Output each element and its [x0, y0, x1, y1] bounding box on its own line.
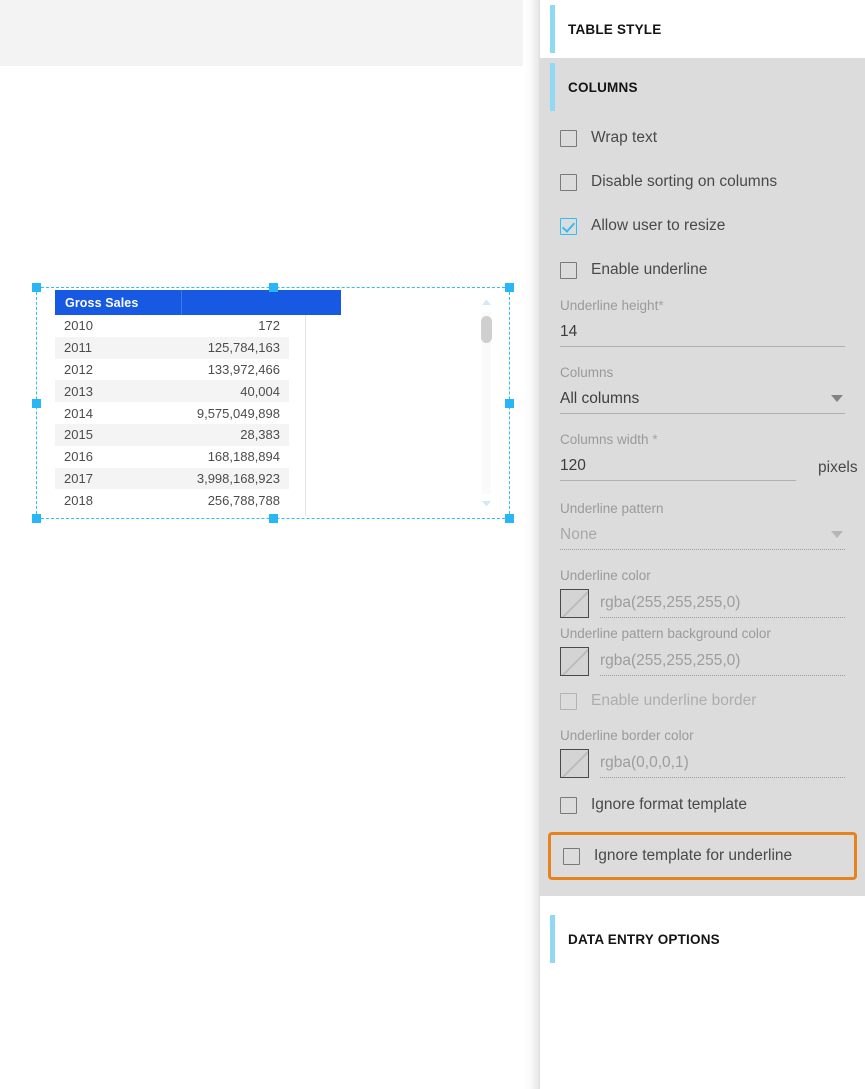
- resize-handle-bottom-right[interactable]: [505, 514, 514, 523]
- columns-section-body: Wrap text Disable sorting on columns All…: [540, 116, 865, 896]
- section-header-table-style[interactable]: TABLE STYLE: [540, 0, 865, 58]
- select-underline-pattern-value: None: [560, 525, 598, 543]
- chevron-down-icon[interactable]: [831, 395, 843, 402]
- checkbox-row-disable-sorting-on-columns[interactable]: Disable sorting on columns: [540, 160, 865, 204]
- checkbox-row-enable-underline-border[interactable]: Enable underline border: [540, 676, 865, 726]
- resize-handle-bottom-left[interactable]: [32, 514, 41, 523]
- checkbox-row-wrap-text[interactable]: Wrap text: [540, 116, 865, 160]
- color-value-underline-pattern-bg-color: rgba(255,255,255,0): [600, 652, 741, 669]
- required-marker: *: [658, 298, 664, 313]
- checkbox-label: Ignore format template: [591, 796, 747, 813]
- section-accent-bar: [550, 5, 555, 53]
- color-value-underline-pattern-bg-color-wrapper[interactable]: rgba(255,255,255,0): [600, 647, 845, 676]
- selection-dashed-border: [36, 287, 510, 519]
- field-underline-pattern: Underline pattern None: [540, 481, 865, 550]
- checkbox-label: Disable sorting on columns: [591, 173, 778, 190]
- canvas-right-edge-shadow: [523, 0, 540, 1089]
- field-label: Underline border color: [560, 728, 694, 743]
- properties-panel[interactable]: TABLE STYLE COLUMNS Wrap text Disable so…: [540, 0, 865, 1089]
- color-value-underline-color-wrapper[interactable]: rgba(255,255,255,0): [600, 589, 845, 618]
- checkbox-row-ignore-template-for-underline[interactable]: Ignore template for underline: [548, 832, 857, 880]
- color-swatch-underline-pattern-bg-color[interactable]: [560, 647, 589, 676]
- checkbox-label: Enable underline border: [591, 692, 757, 709]
- field-label: Underline height*: [560, 296, 845, 317]
- color-row-underline-color: rgba(255,255,255,0): [540, 587, 865, 618]
- section-accent-bar: [550, 63, 555, 111]
- field-underline-border-color: Underline border color: [540, 726, 865, 747]
- checkbox-unchecked-icon[interactable]: [560, 692, 577, 710]
- resize-handle-middle-left[interactable]: [32, 399, 41, 408]
- field-label-text: Underline height: [560, 298, 659, 313]
- resize-handle-bottom-middle[interactable]: [269, 514, 278, 523]
- design-canvas[interactable]: Gross Sales 2010 172 2011 125,784,163 2012…: [0, 0, 540, 1089]
- canvas-toolbar-strip: [0, 0, 523, 66]
- color-row-underline-pattern-bg-color: rgba(255,255,255,0): [540, 645, 865, 676]
- field-columns-select: Columns All columns: [540, 347, 865, 414]
- field-underline-pattern-bg-color: Underline pattern background color: [540, 618, 865, 645]
- field-columns-width: Columns width * pixels: [540, 414, 865, 481]
- select-underline-pattern-wrapper[interactable]: None: [560, 520, 845, 550]
- section-title: DATA ENTRY OPTIONS: [568, 931, 720, 947]
- select-columns-wrapper[interactable]: All columns: [560, 384, 845, 414]
- section-title: TABLE STYLE: [568, 21, 662, 37]
- checkbox-unchecked-icon[interactable]: [560, 796, 577, 814]
- input-underline-height[interactable]: [560, 322, 845, 341]
- checkbox-unchecked-icon[interactable]: [560, 173, 577, 191]
- checkbox-row-enable-underline[interactable]: Enable underline: [540, 248, 865, 292]
- input-columns-width-wrapper[interactable]: [560, 451, 796, 481]
- checkbox-label: Ignore template for underline: [594, 847, 793, 864]
- color-value-underline-border-color-wrapper[interactable]: rgba(0,0,0,1): [600, 749, 845, 778]
- section-header-data-entry-options[interactable]: DATA ENTRY OPTIONS: [540, 910, 865, 968]
- section-divider-gap: [540, 896, 865, 910]
- resize-handle-middle-right[interactable]: [505, 399, 514, 408]
- field-label: Columns width *: [560, 430, 845, 451]
- columns-width-row: pixels: [560, 451, 858, 481]
- color-swatch-underline-border-color[interactable]: [560, 749, 589, 778]
- input-underline-height-wrapper[interactable]: [560, 317, 845, 347]
- checkbox-label: Allow user to resize: [591, 217, 726, 234]
- checkbox-label: Enable underline: [591, 261, 708, 278]
- unit-label-pixels: pixels: [818, 459, 858, 476]
- section-header-columns[interactable]: COLUMNS: [540, 58, 865, 116]
- checkbox-checked-icon[interactable]: [560, 217, 577, 235]
- select-columns-value: All columns: [560, 389, 640, 407]
- field-label: Columns: [560, 365, 614, 380]
- checkbox-row-ignore-format-template[interactable]: Ignore format template: [540, 778, 865, 832]
- required-marker: *: [652, 432, 658, 447]
- color-swatch-underline-color[interactable]: [560, 589, 589, 618]
- field-underline-color: Underline color: [540, 550, 865, 587]
- field-label: Underline color: [560, 568, 651, 583]
- color-row-underline-border-color: rgba(0,0,0,1): [540, 747, 865, 778]
- field-label: Underline pattern: [560, 501, 664, 516]
- checkbox-unchecked-icon[interactable]: [560, 261, 577, 279]
- checkbox-label: Wrap text: [591, 129, 658, 146]
- field-label-text: Columns width: [560, 432, 649, 447]
- input-columns-width[interactable]: [560, 456, 796, 475]
- resize-handle-top-middle[interactable]: [269, 283, 278, 292]
- checkbox-unchecked-icon[interactable]: [563, 847, 580, 865]
- widget-selection-frame[interactable]: [32, 283, 514, 523]
- color-value-underline-border-color: rgba(0,0,0,1): [600, 754, 689, 771]
- field-underline-height: Underline height*: [540, 292, 865, 347]
- checkbox-unchecked-icon[interactable]: [560, 129, 577, 147]
- chevron-down-icon[interactable]: [831, 531, 843, 538]
- section-accent-bar: [550, 915, 555, 963]
- field-label: Underline pattern background color: [560, 626, 771, 641]
- color-value-underline-color: rgba(255,255,255,0): [600, 594, 741, 611]
- section-title: COLUMNS: [568, 79, 638, 95]
- checkbox-row-allow-user-to-resize[interactable]: Allow user to resize: [540, 204, 865, 248]
- resize-handle-top-right[interactable]: [505, 283, 514, 292]
- resize-handle-top-left[interactable]: [32, 283, 41, 292]
